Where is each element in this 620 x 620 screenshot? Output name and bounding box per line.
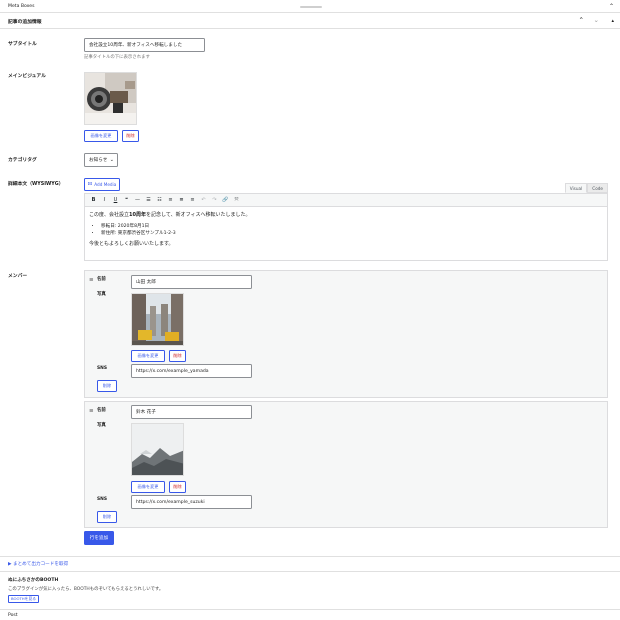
triangle-icon[interactable]: ▴ <box>611 18 614 24</box>
meta-boxes-bar: Meta Boxes ⌃ <box>0 0 620 13</box>
blockquote-icon[interactable]: ❝ <box>122 196 131 205</box>
member-change-image-button[interactable]: 画像を変更 <box>131 481 165 493</box>
category-select[interactable]: お知らせ ⌄ <box>84 153 118 167</box>
chevron-down-icon[interactable]: ⌄ <box>594 16 599 24</box>
panel-header: 記事の追加情報 ⌃ ⌄ ▴ <box>0 13 620 29</box>
member-name-label: 名前 <box>97 277 106 282</box>
media-icon: 🖾 <box>87 181 93 186</box>
editor-tabs: Visual Code <box>564 183 608 193</box>
wysiwyg-editor[interactable]: B I U ❝ — ☰ ☷ ≡ ≣ ≡ ↶ ↷ 🔗 ⤧ この度、会社設立10周年… <box>84 193 608 261</box>
member-name-input[interactable]: 鈴木 花子 <box>131 405 252 419</box>
add-row-button[interactable]: 行を追加 <box>84 531 114 545</box>
member-photo-image <box>131 293 184 346</box>
redo-icon[interactable]: ↷ <box>210 196 219 205</box>
chevron-down-icon: ⌄ <box>109 157 114 163</box>
editor-content[interactable]: この度、会社設立10周年を記念して、新オフィスへ移転いたしました。 移転日: 2… <box>85 207 607 253</box>
tab-visual[interactable]: Visual <box>564 183 588 193</box>
member-sns-label: SNS <box>97 497 107 502</box>
member-sns-input[interactable]: https://x.com/example_yamada <box>131 364 252 378</box>
member-delete-button[interactable]: 削除 <box>97 380 117 392</box>
bold-icon[interactable]: B <box>89 196 98 205</box>
horizontal-rule-icon[interactable]: — <box>133 196 142 205</box>
category-label: カテゴリタグ <box>8 158 37 163</box>
member-photo-image <box>131 423 184 476</box>
member-name-input[interactable]: 山田 太郎 <box>131 275 252 289</box>
subtitle-input[interactable]: 会社設立10周年、新オフィスへ移転しました <box>84 38 205 52</box>
booth-title: ぬにふちさかのBOOTH <box>8 578 59 583</box>
member-photo-label: 写真 <box>97 292 106 297</box>
members-label: メンバー <box>8 274 28 279</box>
main-visual-change-button[interactable]: 画像を変更 <box>84 130 118 142</box>
link-icon[interactable]: 🔗 <box>221 196 230 205</box>
list-item: 移転日: 2020年8月1日 <box>101 223 603 230</box>
align-center-icon[interactable]: ≣ <box>177 196 186 205</box>
main-visual-image <box>84 72 137 125</box>
member-row: ≡ 名前 鈴木 花子 写真 画像を変更 削除 SNS https://x.com… <box>84 401 608 528</box>
output-code-link[interactable]: ▶ まとめて出力コードを取得 <box>8 561 68 567</box>
bullet-list-icon[interactable]: ☰ <box>144 196 153 205</box>
body-label: 詳細本文（WYSIWYG） <box>8 182 64 187</box>
add-media-button[interactable]: 🖾 Add Media <box>84 178 120 191</box>
panel-title: 記事の追加情報 <box>8 20 42 25</box>
member-delete-button[interactable]: 削除 <box>97 511 117 523</box>
main-visual-delete-button[interactable]: 削除 <box>122 130 139 142</box>
member-delete-image-button[interactable]: 削除 <box>169 350 186 362</box>
list-item: 新住所: 東京都渋谷区サンプル1-2-3 <box>101 230 603 237</box>
member-delete-image-button[interactable]: 削除 <box>169 481 186 493</box>
booth-button[interactable]: BOOTHを見る <box>8 595 39 603</box>
drag-handle-icon[interactable]: ≡ <box>89 277 94 283</box>
subtitle-label: サブタイトル <box>8 42 37 47</box>
member-sns-input[interactable]: https://x.com/example_suzuki <box>131 495 252 509</box>
category-value: お知らせ <box>89 158 108 163</box>
subtitle-hint: 記事タイトルの下に表示されます <box>84 55 150 60</box>
body-paragraph-1: この度、会社設立10周年を記念して、新オフィスへ移転いたしました。 <box>89 212 251 218</box>
chevron-up-icon[interactable]: ⌃ <box>609 3 614 10</box>
member-photo-label: 写真 <box>97 423 106 428</box>
main-visual-label: メインビジュアル <box>8 74 46 79</box>
member-name-label: 名前 <box>97 408 106 413</box>
booth-description: このプラグインが気に入ったら、BOOTHものぞいてもらえるとうれしいです。 <box>8 587 164 592</box>
divider <box>0 571 620 572</box>
align-right-icon[interactable]: ≡ <box>188 196 197 205</box>
member-sns-label: SNS <box>97 366 107 371</box>
divider <box>0 556 620 557</box>
undo-icon[interactable]: ↶ <box>199 196 208 205</box>
drag-handle-icon[interactable]: ≡ <box>89 408 94 414</box>
post-type-label: Post <box>8 613 18 618</box>
tab-code[interactable]: Code <box>587 183 608 193</box>
editor-toolbar: B I U ❝ — ☰ ☷ ≡ ≣ ≡ ↶ ↷ 🔗 ⤧ <box>85 194 607 207</box>
numbered-list-icon[interactable]: ☷ <box>155 196 164 205</box>
underline-icon[interactable]: U <box>111 196 120 205</box>
italic-icon[interactable]: I <box>100 196 109 205</box>
body-list: 移転日: 2020年8月1日 新住所: 東京都渋谷区サンプル1-2-3 <box>101 223 603 237</box>
align-left-icon[interactable]: ≡ <box>166 196 175 205</box>
drag-handle[interactable] <box>300 6 322 8</box>
chevron-up-icon[interactable]: ⌃ <box>579 16 584 24</box>
divider <box>0 609 620 610</box>
add-media-label: Add Media <box>94 182 117 187</box>
fullscreen-icon[interactable]: ⤧ <box>232 196 241 205</box>
meta-boxes-title: Meta Boxes <box>8 4 35 9</box>
member-row: ≡ 名前 山田 太郎 写真 画像を変更 削除 SNS https://x.com… <box>84 270 608 398</box>
member-change-image-button[interactable]: 画像を変更 <box>131 350 165 362</box>
body-paragraph-2: 今後ともよろしくお願いいたします。 <box>89 241 174 247</box>
